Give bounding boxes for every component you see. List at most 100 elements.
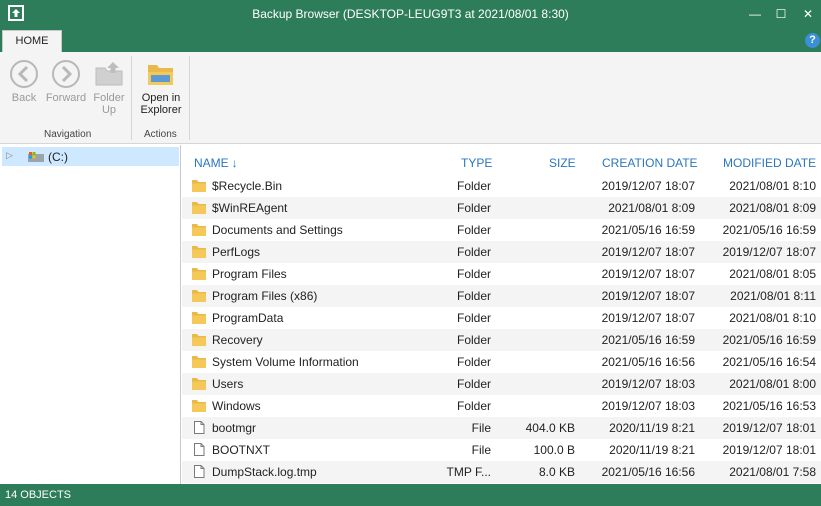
folder-icon: [192, 333, 206, 346]
file-type: Folder: [456, 377, 491, 391]
file-type: File: [471, 421, 491, 435]
creation-date: 2019/12/07 18:07: [601, 289, 695, 303]
modified-date: 2019/12/07 18:07: [722, 245, 816, 259]
tree-item-label: (C:): [48, 150, 68, 164]
column-header-name[interactable]: NAME ↓: [194, 156, 238, 170]
folder-tree: ▷ (C:): [0, 145, 181, 484]
creation-date: 2020/11/19 8:21: [609, 421, 695, 435]
table-row[interactable]: Users Folder 2019/12/07 18:03 2021/08/01 8:…: [182, 373, 821, 395]
status-bar: 14 OBJECTS: [0, 484, 821, 506]
sort-descending-icon: ↓: [231, 156, 238, 170]
file-type: Folder: [456, 311, 491, 325]
folder-icon: [192, 267, 206, 280]
modified-date: 2021/05/16 16:59: [722, 333, 816, 347]
folder-icon: [192, 399, 206, 412]
table-row[interactable]: Program Files Folder 2019/12/07 18:07 2021/…: [182, 263, 821, 285]
column-header-creation-date[interactable]: CREATION DATE: [602, 156, 698, 170]
file-type: Folder: [456, 267, 491, 281]
creation-date: 2019/12/07 18:07: [601, 245, 695, 259]
file-name: Users: [212, 377, 244, 391]
ribbon-group-separator: [131, 56, 132, 140]
open-in-explorer-button[interactable]: Open in Explorer: [137, 58, 185, 116]
modified-date: 2021/05/16 16:53: [722, 399, 816, 413]
column-header-modified-date[interactable]: MODIFIED DATE: [723, 156, 816, 170]
file-type: Folder: [456, 289, 491, 303]
folder-icon: [192, 245, 206, 258]
table-row[interactable]: Program Files (x86) Folder 2019/12/07 18:0…: [182, 285, 821, 307]
table-row[interactable]: $WinREAgent Folder 2021/08/01 8:09 2021/08/…: [182, 197, 821, 219]
back-button[interactable]: Back: [4, 58, 44, 104]
file-name: PerfLogs: [212, 245, 261, 259]
expand-arrow-icon[interactable]: ▷: [6, 150, 13, 161]
file-size: 404.0 KB: [525, 421, 575, 435]
table-row[interactable]: DumpStack.log.tmp TMP F... 8.0 KB 2021/05/1…: [182, 461, 821, 483]
column-name-label: NAME: [194, 156, 229, 170]
creation-date: 2019/12/07 18:07: [601, 179, 695, 193]
folder-up-button[interactable]: Folder Up: [89, 58, 129, 116]
window-title: Backup Browser (DESKTOP-LEUG9T3 at 2021/…: [252, 7, 569, 21]
folder-up-label: Folder Up: [93, 92, 125, 116]
ribbon-group-separator: [189, 56, 190, 140]
table-row[interactable]: Documents and Settings Folder 2021/05/16 1…: [182, 219, 821, 241]
table-row[interactable]: bootmgr File 404.0 KB 2020/11/19 8:21 2019/1…: [182, 417, 821, 439]
table-row[interactable]: PerfLogs Folder 2019/12/07 18:07 2019/12/07…: [182, 241, 821, 263]
file-name: bootmgr: [212, 421, 257, 435]
folder-icon: [192, 355, 206, 368]
modified-date: 2021/08/01 7:58: [729, 465, 816, 479]
table-row[interactable]: BOOTNXT File 100.0 B 2020/11/19 8:21 2019/12…: [182, 439, 821, 461]
folder-icon: [192, 223, 206, 236]
tree-item-c-drive[interactable]: ▷ (C:): [2, 147, 179, 166]
column-header-size[interactable]: SIZE: [549, 156, 576, 170]
creation-date: 2021/05/16 16:59: [601, 333, 695, 347]
group-label-navigation: Navigation: [44, 129, 92, 140]
creation-date: 2020/11/19 8:21: [609, 443, 695, 457]
folder-icon: [192, 289, 206, 302]
creation-date: 2019/12/07 18:03: [601, 399, 695, 413]
file-type: Folder: [456, 355, 491, 369]
tab-home[interactable]: HOME: [2, 30, 62, 52]
forward-button[interactable]: Forward: [44, 58, 88, 104]
creation-date: 2021/05/16 16:56: [601, 465, 695, 479]
file-type: Folder: [456, 399, 491, 413]
table-row[interactable]: Windows Folder 2019/12/07 18:03 2021/05/16 …: [182, 395, 821, 417]
modified-date: 2021/08/01 8:10: [729, 179, 816, 193]
file-type: Folder: [456, 245, 491, 259]
forward-arrow-icon: [52, 60, 80, 88]
help-icon[interactable]: ?: [805, 33, 820, 48]
minimize-button[interactable]: —: [742, 0, 768, 28]
ribbon: Back Forward Folder Up Open in Explorer …: [0, 52, 821, 144]
modified-date: 2019/12/07 18:01: [722, 443, 816, 457]
ribbon-tab-bar: HOME ?: [0, 30, 821, 52]
maximize-button[interactable]: ☐: [768, 0, 794, 28]
minimize-icon: —: [749, 7, 761, 21]
folder-icon: [192, 377, 206, 390]
table-row[interactable]: System Volume Information Folder 2021/05/1…: [182, 351, 821, 373]
file-icon: [192, 465, 206, 478]
close-button[interactable]: ✕: [795, 0, 821, 28]
creation-date: 2019/12/07 18:07: [601, 311, 695, 325]
modified-date: 2021/08/01 8:05: [729, 267, 816, 281]
file-list: NAME ↓ TYPE SIZE CREATION DATE MODIFIED D…: [182, 145, 821, 484]
table-row[interactable]: ProgramData Folder 2019/12/07 18:07 2021/08…: [182, 307, 821, 329]
file-name: Program Files: [212, 267, 287, 281]
file-name: Program Files (x86): [212, 289, 318, 303]
file-type: Folder: [456, 179, 491, 193]
back-label: Back: [11, 92, 37, 104]
back-arrow-icon: [10, 60, 38, 88]
modified-date: 2021/05/16 16:59: [722, 223, 816, 237]
file-name: DumpStack.log.tmp: [212, 465, 317, 479]
table-row[interactable]: $Recycle.Bin Folder 2019/12/07 18:07 2021/0…: [182, 175, 821, 197]
column-header-type[interactable]: TYPE: [461, 156, 492, 170]
file-type: Folder: [456, 201, 491, 215]
creation-date: 2021/05/16 16:59: [601, 223, 695, 237]
creation-date: 2019/12/07 18:03: [601, 377, 695, 391]
open-in-explorer-label: Open in Explorer: [140, 92, 182, 116]
table-row[interactable]: Recovery Folder 2021/05/16 16:59 2021/05/16…: [182, 329, 821, 351]
modified-date: 2021/08/01 8:10: [729, 311, 816, 325]
modified-date: 2021/08/01 8:09: [729, 201, 816, 215]
file-name: ProgramData: [212, 311, 284, 325]
modified-date: 2019/12/07 18:01: [722, 421, 816, 435]
creation-date: 2021/05/16 16:56: [601, 355, 695, 369]
open-folder-icon: [148, 65, 173, 85]
file-name: $WinREAgent: [212, 201, 288, 215]
